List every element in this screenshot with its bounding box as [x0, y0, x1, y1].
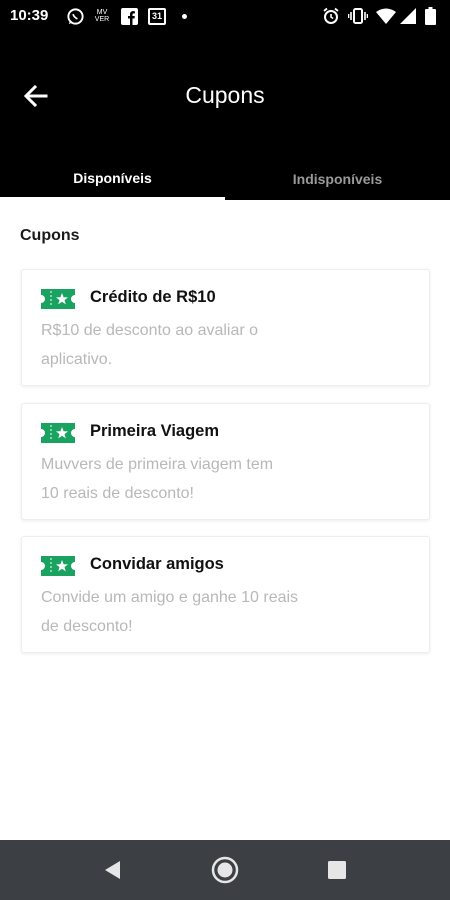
ticket-icon	[41, 423, 75, 443]
home-circle-icon	[211, 856, 239, 884]
status-bar: 10:39 MV VER 31	[0, 0, 450, 34]
nav-home-button[interactable]	[209, 854, 241, 886]
nav-back-button[interactable]	[97, 854, 129, 886]
back-triangle-icon	[105, 861, 120, 879]
coupon-desc-line: Convide um amigo e ganhe 10 reais	[41, 589, 299, 606]
tab-indisponiveis[interactable]: Indisponíveis	[225, 158, 450, 200]
page-title: Cupons	[185, 82, 265, 108]
app-header: Cupons	[0, 34, 450, 158]
ticket-icon	[41, 556, 75, 576]
battery-icon	[423, 6, 437, 26]
coupon-title: Convidar amigos	[90, 555, 224, 573]
coupon-desc-line: 10 reais de desconto!	[41, 485, 194, 502]
vibrate-icon	[347, 6, 369, 26]
signal-icon	[399, 6, 417, 26]
ticket-icon	[41, 289, 75, 309]
coupon-description: R$10 de desconto ao avaliar o aplicativo…	[41, 316, 341, 374]
wifi-icon	[375, 6, 397, 26]
coupon-card[interactable]: Primeira Viagem Muvvers de primeira viag…	[21, 403, 430, 520]
coupon-desc-line: R$10 de desconto ao avaliar o	[41, 322, 259, 339]
section-heading: Cupons	[20, 227, 80, 244]
coupon-card[interactable]: Crédito de R$10 R$10 de desconto ao aval…	[21, 269, 430, 386]
recents-square-icon	[328, 861, 346, 879]
nav-recents-button[interactable]	[321, 854, 353, 886]
coupon-desc-line: de desconto!	[41, 618, 133, 635]
status-time: 10:39	[10, 7, 49, 24]
calendar-icon: 31	[147, 6, 167, 26]
facebook-icon	[119, 6, 139, 26]
tab-disponiveis[interactable]: Disponíveis	[0, 158, 225, 200]
mv-icon: MV VER	[94, 9, 110, 23]
coupon-title: Primeira Viagem	[90, 422, 220, 440]
tab-bar: Disponíveis Indisponíveis	[0, 158, 450, 200]
coupon-title: Crédito de R$10	[90, 288, 216, 306]
coupon-card[interactable]: Convidar amigos Convide um amigo e ganhe…	[21, 536, 430, 653]
whatsapp-icon	[64, 6, 86, 26]
coupon-desc-line: aplicativo.	[41, 351, 113, 368]
notification-dot	[182, 14, 187, 19]
alarm-icon	[321, 6, 341, 26]
coupon-desc-line: Muvvers de primeira viagem tem	[41, 456, 274, 473]
coupon-description: Muvvers de primeira viagem tem 10 reais …	[41, 450, 341, 508]
coupon-description: Convide um amigo e ganhe 10 reais de des…	[41, 583, 341, 641]
calendar-day: 31	[148, 7, 166, 25]
system-nav-bar	[0, 840, 450, 900]
